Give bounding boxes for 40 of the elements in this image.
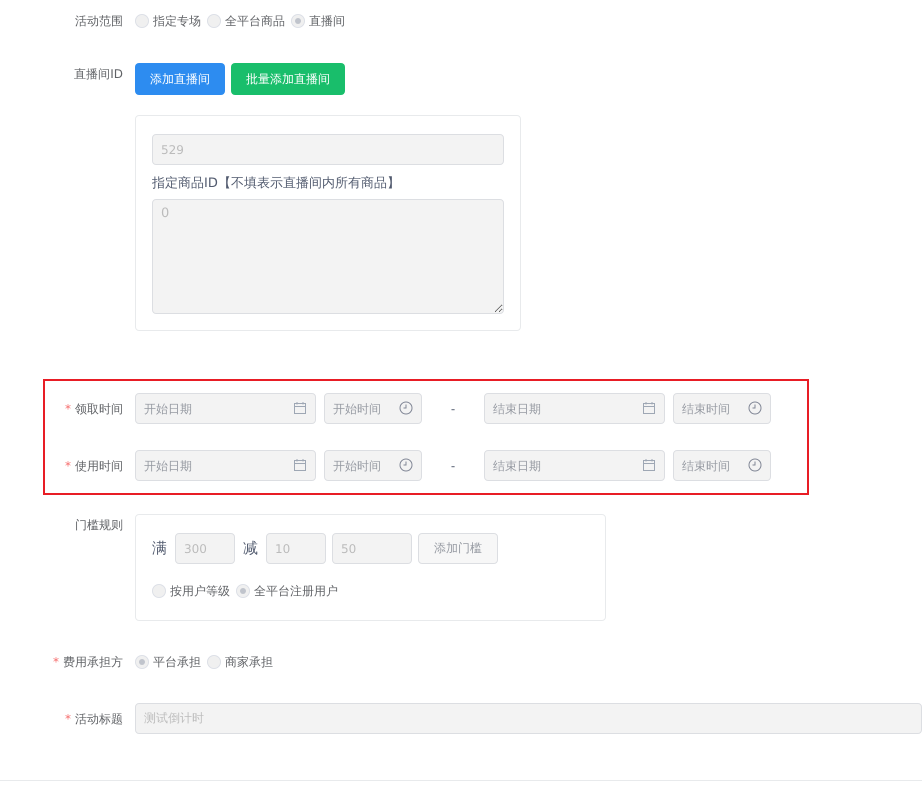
calendar-icon (293, 401, 307, 415)
radio-option[interactable]: 直播间 (291, 12, 345, 30)
radio-option[interactable]: 全平台商品 (207, 12, 285, 30)
field-label: 领取时间 (75, 400, 123, 418)
radio-icon[interactable] (207, 655, 221, 669)
range-separator: - (450, 402, 456, 416)
radio-icon[interactable] (152, 584, 166, 598)
calendar-icon (642, 401, 656, 415)
full-label: 满 (152, 539, 167, 558)
radio-icon[interactable] (135, 14, 149, 28)
radio-option[interactable]: 按用户等级 (152, 582, 230, 600)
radio-icon[interactable] (291, 14, 305, 28)
field-label: 活动范围 (75, 13, 123, 30)
required-mark: * (65, 458, 71, 474)
field-label: 使用时间 (75, 458, 123, 474)
clock-icon (748, 401, 762, 415)
range-separator: - (450, 458, 456, 472)
minus-label: 减 (243, 539, 258, 558)
required-mark: * (65, 400, 71, 418)
field-label: 直播间ID (74, 66, 123, 83)
add-button[interactable]: 批量添加直播间 (231, 63, 345, 95)
clock-icon (399, 458, 413, 472)
radio-option[interactable]: 商家承担 (207, 654, 273, 670)
radio-option[interactable]: 指定专场 (135, 12, 201, 30)
clock-icon (399, 401, 413, 415)
field-label: 费用承担方 (63, 654, 123, 671)
radio-option[interactable]: 全平台注册用户 (236, 582, 338, 600)
goods-label: 指定商品ID【不填表示直播间内所有商品】 (152, 175, 401, 192)
radio-icon[interactable] (207, 14, 221, 28)
clock-icon (748, 458, 762, 472)
calendar-icon (642, 458, 656, 472)
required-mark: * (65, 711, 71, 728)
field-label: 门槛规则 (75, 517, 123, 534)
radio-option[interactable]: 平台承担 (135, 654, 201, 670)
radio-icon[interactable] (236, 584, 250, 598)
add-button[interactable]: 添加直播间 (135, 63, 225, 95)
field-label: 活动标题 (75, 711, 123, 728)
calendar-icon (293, 458, 307, 472)
radio-icon[interactable] (135, 655, 149, 669)
required-mark: * (53, 654, 59, 671)
